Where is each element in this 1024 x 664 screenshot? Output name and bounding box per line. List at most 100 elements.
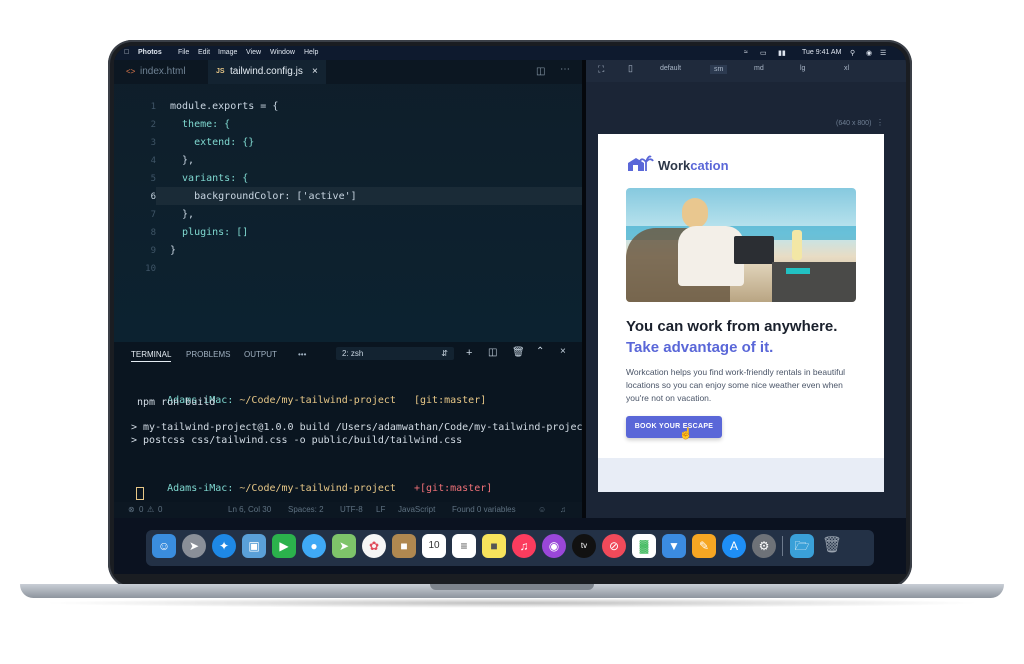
breakpoint-md[interactable]: md bbox=[754, 65, 764, 72]
calendar-icon[interactable]: 10 bbox=[422, 534, 446, 558]
encoding[interactable]: UTF-8 bbox=[340, 505, 363, 514]
smiley-icon[interactable]: ☺ bbox=[538, 505, 546, 514]
close-panel-icon[interactable]: × bbox=[560, 346, 566, 357]
split-terminal-icon[interactable]: ◫ bbox=[488, 347, 497, 358]
code-line[interactable]: module.exports = { bbox=[170, 101, 278, 112]
podcasts-icon[interactable]: ◉ bbox=[542, 534, 566, 558]
calendar-day: 10 bbox=[428, 540, 440, 551]
preview-icon[interactable]: ▣ bbox=[242, 534, 266, 558]
menu-help[interactable]: Help bbox=[304, 49, 318, 56]
menu-image[interactable]: Image bbox=[218, 49, 237, 56]
tab-label: tailwind.config.js bbox=[230, 66, 303, 77]
split-editor-icon[interactable]: ◫ bbox=[536, 66, 545, 77]
code-line[interactable]: plugins: [] bbox=[170, 227, 248, 238]
line-number: 2 bbox=[150, 120, 156, 130]
contacts-icon[interactable]: ■ bbox=[392, 534, 416, 558]
music-icon[interactable]: ♫ bbox=[512, 534, 536, 558]
menubar-app[interactable]: Photos bbox=[138, 49, 162, 56]
appstore-icon[interactable]: A bbox=[722, 534, 746, 558]
menu-window[interactable]: Window bbox=[270, 49, 295, 56]
tab-tailwind-config[interactable]: JS tailwind.config.js × bbox=[208, 60, 326, 84]
battery-icon[interactable]: ▮▮ bbox=[778, 49, 786, 57]
code-line[interactable]: }, bbox=[170, 209, 194, 220]
line-ending[interactable]: LF bbox=[376, 505, 385, 514]
code-line[interactable]: variants: { bbox=[170, 173, 248, 184]
code-line[interactable]: extend: {} bbox=[170, 137, 254, 148]
language-mode[interactable]: JavaScript bbox=[398, 505, 435, 514]
error-icon[interactable]: ⊗ bbox=[128, 505, 135, 514]
terminal-more-icon[interactable]: ••• bbox=[298, 350, 306, 359]
variables-status[interactable]: Found 0 variables bbox=[452, 505, 516, 514]
indentation[interactable]: Spaces: 2 bbox=[288, 505, 324, 514]
spotlight-icon[interactable]: ⚲ bbox=[850, 49, 855, 57]
fullscreen-icon[interactable]: ⛶ bbox=[598, 64, 604, 75]
launchpad-icon[interactable]: ➤ bbox=[182, 534, 206, 558]
facetime-icon[interactable]: ▶ bbox=[272, 534, 296, 558]
apple-icon[interactable]:  bbox=[124, 49, 129, 56]
add-terminal-icon[interactable]: + bbox=[466, 347, 472, 359]
breakpoint-xl[interactable]: xl bbox=[844, 65, 849, 72]
maps-icon[interactable]: ➤ bbox=[332, 534, 356, 558]
warning-count[interactable]: 0 bbox=[158, 505, 162, 514]
line-number: 3 bbox=[150, 138, 156, 148]
error-count[interactable]: 0 bbox=[139, 505, 143, 514]
messages-icon[interactable]: ● bbox=[302, 534, 326, 558]
laptop-notch bbox=[430, 584, 594, 590]
stickies-icon[interactable]: ■ bbox=[482, 534, 506, 558]
warning-icon[interactable]: ⚠ bbox=[147, 505, 154, 514]
chevron-up-icon[interactable]: ⌃ bbox=[536, 346, 544, 357]
menu-edit[interactable]: Edit bbox=[198, 49, 210, 56]
tab-index-html[interactable]: <> index.html bbox=[114, 60, 208, 84]
photos-icon[interactable]: ✿ bbox=[362, 534, 386, 558]
notes-icon[interactable]: ≡ bbox=[452, 534, 476, 558]
terminal-path: ~/Code/my-tailwind-project bbox=[233, 483, 396, 494]
keynote-icon[interactable]: ▼ bbox=[662, 534, 686, 558]
more-icon[interactable]: ⋯ bbox=[560, 64, 570, 75]
close-icon[interactable]: × bbox=[312, 60, 318, 84]
tab-terminal[interactable]: TERMINAL bbox=[131, 350, 172, 362]
airplay-icon[interactable]: ▭ bbox=[760, 49, 767, 57]
bell-icon[interactable]: ♫ bbox=[560, 505, 566, 514]
tab-output[interactable]: OUTPUT bbox=[244, 350, 277, 359]
breakpoint-lg[interactable]: lg bbox=[800, 65, 805, 72]
trash-icon[interactable]: 🗑 bbox=[820, 534, 844, 558]
device-icon[interactable]: ▯ bbox=[628, 63, 633, 74]
menu-file[interactable]: File bbox=[178, 49, 189, 56]
line-number: 5 bbox=[150, 174, 156, 184]
breakpoint-sm[interactable]: sm bbox=[710, 65, 728, 74]
safari-icon[interactable]: ✦ bbox=[212, 534, 236, 558]
control-center-icon[interactable]: ☰ bbox=[880, 49, 886, 57]
menubar-clock[interactable]: Tue 9:41 AM bbox=[802, 49, 841, 56]
tv-icon[interactable]: tv bbox=[572, 534, 596, 558]
news-icon[interactable]: ⊘ bbox=[602, 534, 626, 558]
settings-icon[interactable]: ⚙ bbox=[752, 534, 776, 558]
numbers-icon[interactable]: ▓ bbox=[632, 534, 656, 558]
folder-icon[interactable]: 🗁 bbox=[790, 534, 814, 558]
table-in-photo bbox=[772, 262, 856, 302]
tab-label: index.html bbox=[140, 66, 186, 77]
siri-icon[interactable]: ◉ bbox=[866, 49, 872, 57]
terminal-cursor[interactable] bbox=[136, 487, 144, 500]
options-icon[interactable]: ⋮ bbox=[876, 118, 884, 127]
code-line[interactable]: backgroundColor: ['active'] bbox=[170, 191, 357, 202]
code-line[interactable]: } bbox=[170, 245, 176, 256]
finder-icon[interactable]: ☺ bbox=[152, 534, 176, 558]
shell-select[interactable]: 2: zsh ⇵ bbox=[336, 347, 454, 360]
chevron-updown-icon: ⇵ bbox=[441, 349, 448, 358]
code-line[interactable]: theme: { bbox=[170, 119, 230, 130]
line-number: 1 bbox=[150, 102, 156, 112]
tab-problems[interactable]: PROBLEMS bbox=[186, 350, 230, 359]
wifi-icon[interactable]: ≈ bbox=[744, 49, 748, 56]
headline: You can work from anywhere. bbox=[626, 318, 838, 335]
code-line[interactable]: }, bbox=[170, 155, 194, 166]
book-escape-button[interactable]: BOOK YOUR ESCAPE bbox=[626, 416, 722, 438]
laptop-in-photo bbox=[734, 236, 774, 264]
line-number: 9 bbox=[150, 246, 156, 256]
pages-icon[interactable]: ✎ bbox=[692, 534, 716, 558]
menu-view[interactable]: View bbox=[246, 49, 261, 56]
terminal-line: > postcss css/tailwind.css -o public/bui… bbox=[131, 435, 463, 446]
trash-icon[interactable]: 🗑 bbox=[512, 347, 525, 358]
line-number: 6 bbox=[150, 192, 156, 202]
breakpoint-default[interactable]: default bbox=[660, 65, 681, 72]
cursor-position[interactable]: Ln 6, Col 30 bbox=[228, 505, 271, 514]
